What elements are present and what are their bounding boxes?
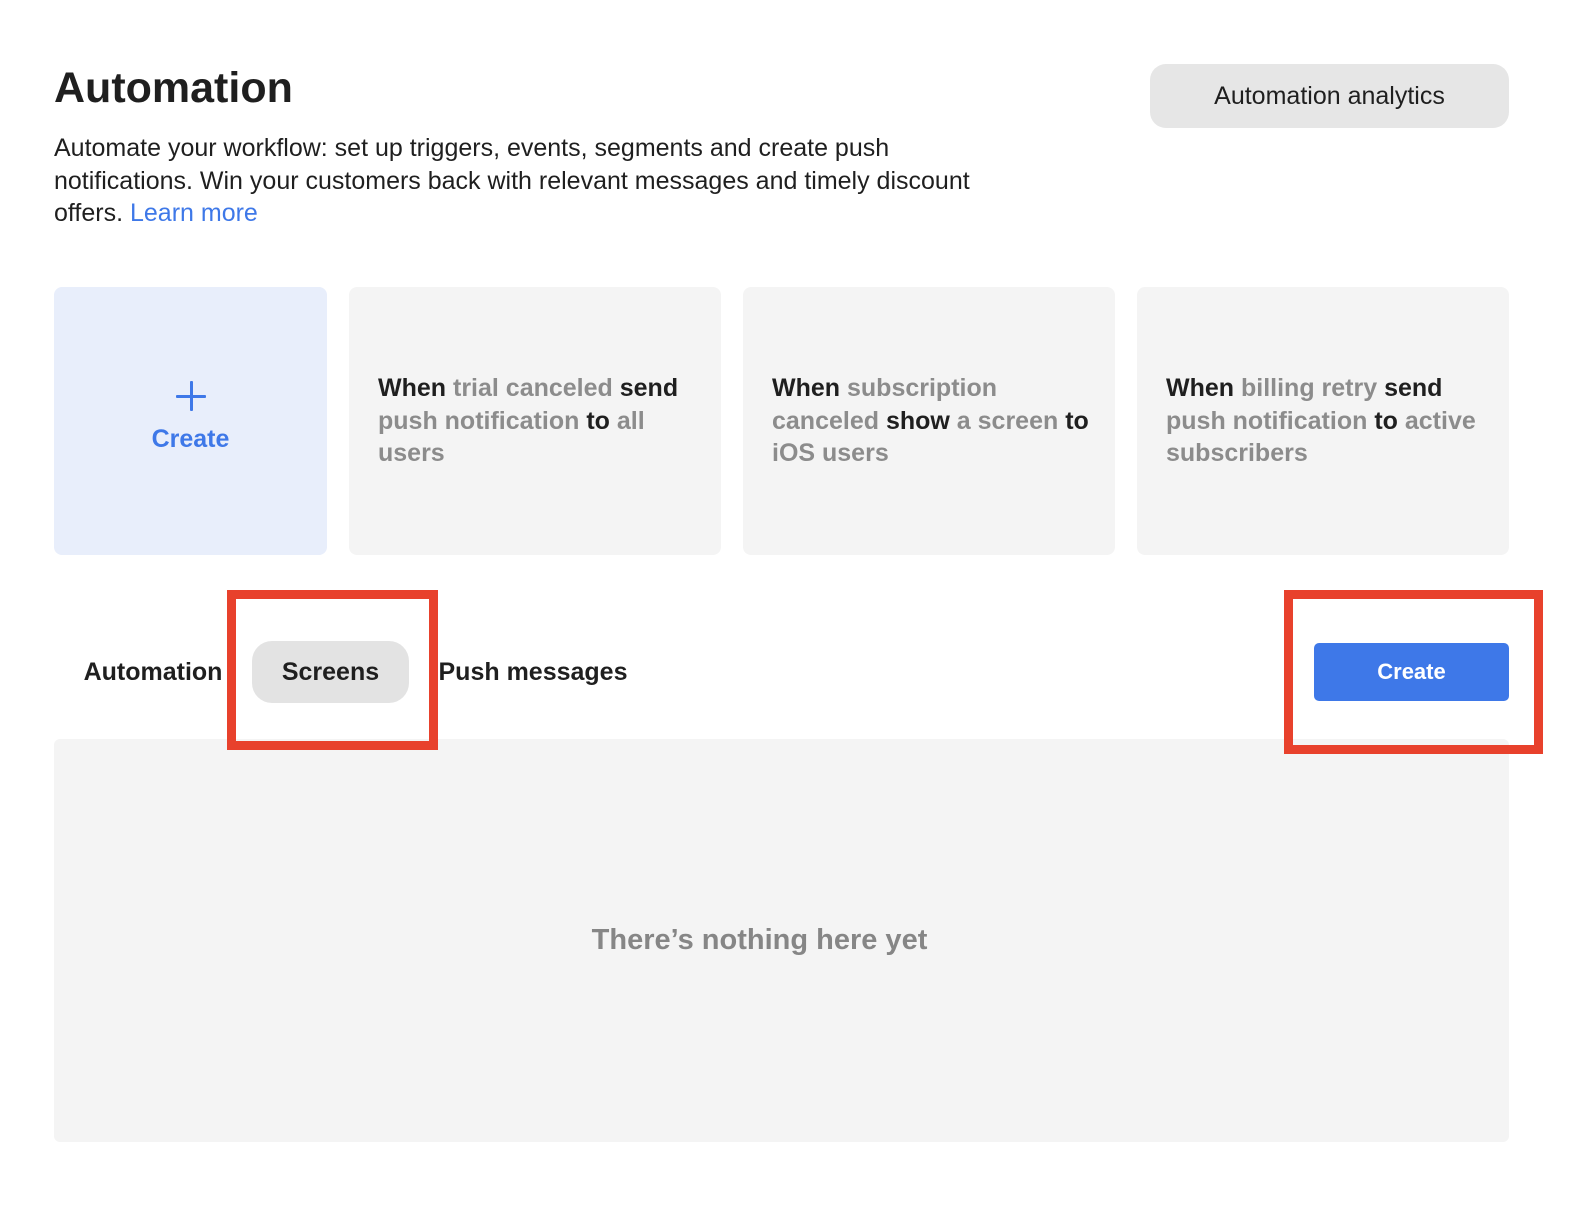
- empty-state-message: There’s nothing here yet: [591, 924, 928, 956]
- card-text-part: push notification: [378, 406, 587, 435]
- card-text-part: to: [586, 406, 617, 435]
- card-text-part: trial canceled: [453, 374, 620, 402]
- card-text-part: When: [1166, 374, 1241, 402]
- card-text-part: send: [619, 374, 679, 402]
- template-card-text: When billing retry send push notificatio…: [1166, 372, 1485, 470]
- card-text-part: When: [772, 374, 847, 402]
- plus-icon: [175, 380, 206, 411]
- template-card-trial-canceled[interactable]: When trial canceled send push notificati…: [349, 287, 721, 555]
- learn-more-link[interactable]: Learn more: [130, 199, 258, 227]
- page-title: Automation: [54, 64, 293, 112]
- create-button[interactable]: Create: [1314, 643, 1509, 701]
- page-description: Automate your workflow: set up triggers,…: [54, 132, 994, 230]
- card-text-part: to: [1374, 406, 1405, 435]
- template-card-text: When trial canceled send push notificati…: [378, 372, 697, 470]
- tab-push-messages[interactable]: Push messages: [430, 641, 636, 703]
- tab-screens[interactable]: Screens: [252, 641, 409, 703]
- create-card[interactable]: Create: [54, 287, 327, 555]
- empty-state-panel: There’s nothing here yet: [54, 739, 1509, 1142]
- template-card-billing-retry[interactable]: When billing retry send push notificatio…: [1137, 287, 1509, 555]
- card-text-part: When: [378, 374, 453, 402]
- tab-automation[interactable]: Automation: [70, 641, 236, 703]
- card-text-part: billing retry: [1241, 374, 1385, 402]
- card-text-part: show: [885, 406, 957, 435]
- template-card-text: When subscription canceled show a screen…: [772, 372, 1091, 470]
- card-text-part: iOS users: [772, 439, 889, 467]
- card-text-part: to: [1065, 406, 1089, 435]
- card-text-part: a screen: [956, 406, 1066, 435]
- create-card-label: Create: [151, 424, 230, 453]
- template-card-subscription-canceled[interactable]: When subscription canceled show a screen…: [743, 287, 1115, 555]
- card-text-part: push notification: [1166, 406, 1375, 435]
- card-text-part: send: [1384, 374, 1443, 402]
- automation-analytics-button[interactable]: Automation analytics: [1150, 64, 1509, 128]
